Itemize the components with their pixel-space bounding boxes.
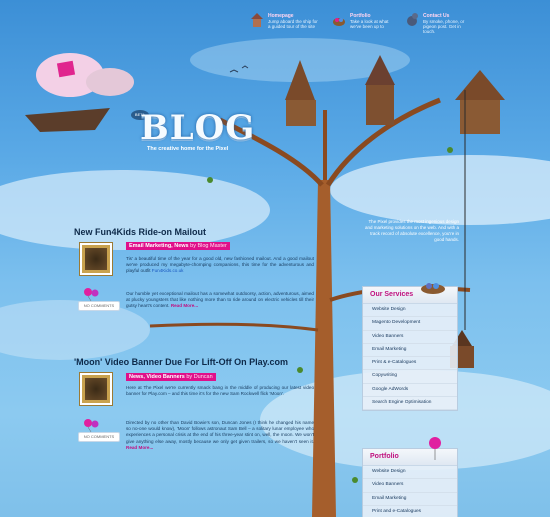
- nav-contact[interactable]: Contact Us By smoke, phone, or pigeon po…: [407, 13, 473, 40]
- balloons-icon: [84, 419, 99, 432]
- service-item[interactable]: Magento Development: [363, 317, 457, 331]
- post-thumbnail[interactable]: [80, 373, 112, 405]
- post-excerpt: Here at The Pixel we're currently smack …: [126, 385, 314, 397]
- service-item[interactable]: Google AdWords: [363, 384, 457, 398]
- post-meta: News, Video Banners by Duncan: [126, 373, 216, 381]
- portfolio-item[interactable]: Email Marketing: [363, 493, 457, 506]
- read-more-link[interactable]: Read More...: [126, 445, 153, 450]
- balloons-icon: [84, 288, 99, 301]
- post-excerpt: Directed by no other than David Bowie's …: [126, 420, 314, 451]
- post-author: by Blog Master: [190, 243, 227, 249]
- blog-logo[interactable]: BLOG: [140, 108, 255, 148]
- excerpt-text: Here at The Pixel we're currently smack …: [126, 385, 314, 397]
- portfolio-item[interactable]: Website Design: [363, 466, 457, 480]
- post-categories[interactable]: Email Marketing, News: [129, 243, 189, 249]
- post-excerpt: Tis' a beautiful time of the year for a …: [126, 256, 314, 275]
- service-item[interactable]: Email Marketing: [363, 344, 457, 358]
- service-item[interactable]: Video Banners: [363, 331, 457, 344]
- service-item[interactable]: Print & e-Catalogues: [363, 357, 457, 371]
- excerpt-text: Directed by no other than David Bowie's …: [126, 420, 314, 444]
- portfolio-list: Website Design Video Banners Email Marke…: [363, 466, 457, 517]
- portfolio-item[interactable]: Print and e-Catalogues: [363, 506, 457, 517]
- comments-button[interactable]: NO COMMENTS: [78, 432, 120, 442]
- service-item[interactable]: Website Design: [363, 304, 457, 318]
- portfolio-heading: Portfolio: [363, 449, 457, 466]
- post-excerpt: Our humble yet exceptional mailout has a…: [126, 291, 314, 310]
- excerpt-text: Our humble yet exceptional mailout has a…: [126, 291, 314, 309]
- post-categories[interactable]: News, Video Banners: [129, 374, 185, 380]
- nav-homepage[interactable]: Homepage Jump aboard the ship for a guid…: [251, 13, 318, 40]
- nav-desc: Jump aboard the ship for a guided tour o…: [268, 19, 318, 29]
- post-title[interactable]: 'Moon' Video Banner Due For Lift-Off On …: [74, 357, 314, 367]
- post-thumbnail[interactable]: [80, 243, 112, 275]
- house-icon: [251, 13, 263, 27]
- tagline: The creative home for the Pixel: [147, 146, 229, 152]
- services-panel: Our Services Website Design Magento Deve…: [362, 286, 458, 412]
- nav-portfolio[interactable]: Portfolio Take a look at what we've been…: [333, 14, 400, 40]
- service-item[interactable]: Copywriting: [363, 370, 457, 384]
- post-title[interactable]: New Fun4Kids Ride-on Mailout: [74, 227, 314, 237]
- nest-icon: [421, 283, 445, 294]
- portfolio-item[interactable]: Video Banners: [363, 479, 457, 493]
- nav-desc: Take a look at what we've been up to: [350, 19, 389, 29]
- blog-post: 'Moon' Video Banner Due For Lift-Off On …: [74, 357, 314, 450]
- about-text: The Pixel provides the most ingenious de…: [364, 219, 459, 242]
- post-author: by Duncan: [186, 374, 213, 380]
- post-link[interactable]: Fun4Kids.co.uk: [152, 268, 184, 273]
- portfolio-panel: Portfolio Website Design Video Banners E…: [362, 448, 458, 517]
- comments-button[interactable]: NO COMMENTS: [78, 301, 120, 311]
- pigeon-icon: [407, 13, 418, 26]
- post-meta: Email Marketing, News by Blog Master: [126, 242, 230, 250]
- service-item[interactable]: Search Engine Optimisation: [363, 397, 457, 411]
- blog-post: New Fun4Kids Ride-on Mailout Email Marke…: [74, 227, 314, 311]
- nest-icon: [333, 18, 345, 26]
- services-list: Website Design Magento Development Video…: [363, 304, 457, 411]
- read-more-link[interactable]: Read More...: [171, 303, 198, 308]
- balloon-icon: [429, 437, 441, 460]
- page: Homepage Jump aboard the ship for a guid…: [0, 0, 550, 517]
- nav-desc: By smoke, phone, or pigeon post. Get in …: [423, 19, 465, 34]
